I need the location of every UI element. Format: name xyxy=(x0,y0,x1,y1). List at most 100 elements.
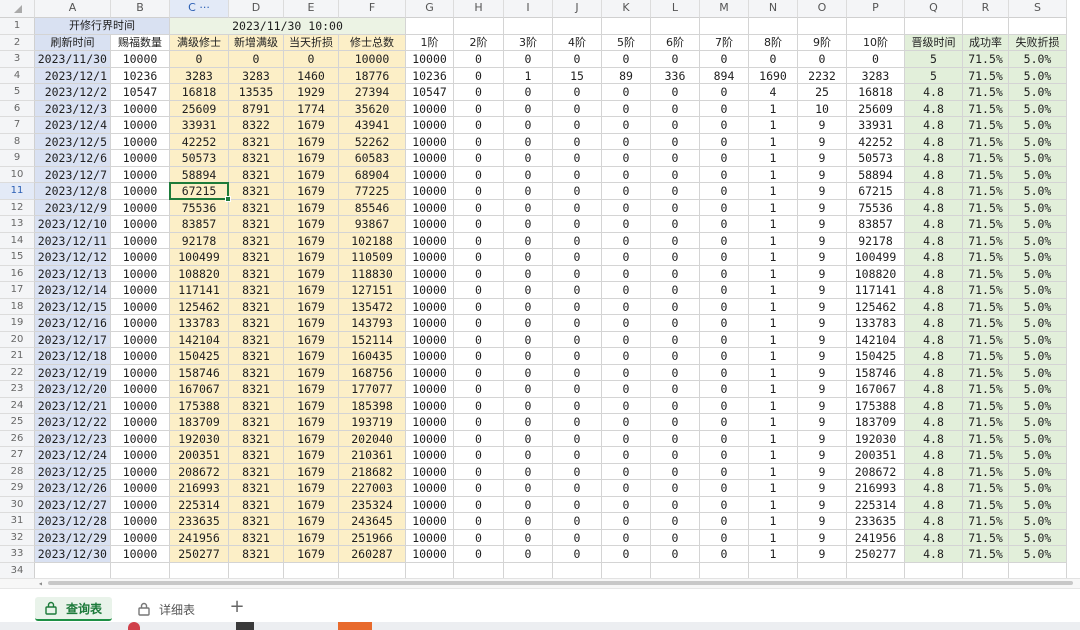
header-cell[interactable]: 5阶 xyxy=(602,34,651,51)
data-cell[interactable]: 0 xyxy=(602,546,651,563)
data-cell[interactable]: 0 xyxy=(553,216,602,233)
data-cell[interactable]: 225314 xyxy=(847,496,905,513)
data-cell[interactable]: 0 xyxy=(553,348,602,365)
data-cell[interactable]: 5.0% xyxy=(1009,183,1067,200)
data-cell[interactable]: 5.0% xyxy=(1009,232,1067,249)
data-cell[interactable]: 1 xyxy=(749,496,798,513)
data-cell[interactable]: 0 xyxy=(504,430,553,447)
data-cell[interactable]: 0 xyxy=(651,282,700,299)
header-cell[interactable]: 4阶 xyxy=(553,34,602,51)
data-cell[interactable]: 9 xyxy=(798,546,847,563)
data-cell[interactable]: 71.5% xyxy=(963,84,1009,101)
data-cell[interactable]: 0 xyxy=(700,364,749,381)
data-cell[interactable]: 158746 xyxy=(170,364,229,381)
data-cell[interactable]: 336 xyxy=(651,67,700,84)
data-cell[interactable]: 167067 xyxy=(170,381,229,398)
data-cell[interactable]: 0 xyxy=(602,513,651,530)
data-cell[interactable]: 150425 xyxy=(847,348,905,365)
data-cell[interactable]: 5.0% xyxy=(1009,67,1067,84)
data-cell[interactable]: 1679 xyxy=(284,397,339,414)
data-cell[interactable]: 0 xyxy=(700,315,749,332)
title-label-cell[interactable]: 开修行界时间 xyxy=(35,18,170,35)
data-cell[interactable]: 1 xyxy=(749,414,798,431)
data-cell[interactable]: 1 xyxy=(749,183,798,200)
data-cell[interactable]: 9 xyxy=(798,463,847,480)
data-cell[interactable]: 241956 xyxy=(847,529,905,546)
data-cell[interactable]: 9 xyxy=(798,414,847,431)
header-cell[interactable]: 2阶 xyxy=(454,34,504,51)
data-cell[interactable]: 4.8 xyxy=(905,430,963,447)
data-cell[interactable]: 0 xyxy=(651,298,700,315)
header-cell[interactable]: 当天折损 xyxy=(284,34,339,51)
data-cell[interactable]: 0 xyxy=(602,430,651,447)
data-cell[interactable]: 5.0% xyxy=(1009,51,1067,68)
data-cell[interactable]: 25609 xyxy=(847,100,905,117)
data-cell[interactable]: 0 xyxy=(454,183,504,200)
data-cell[interactable]: 4.8 xyxy=(905,397,963,414)
data-cell[interactable]: 60583 xyxy=(339,150,406,167)
data-cell[interactable]: 0 xyxy=(454,397,504,414)
empty-cell[interactable] xyxy=(749,18,798,35)
data-cell[interactable]: 0 xyxy=(504,480,553,497)
data-cell[interactable]: 10000 xyxy=(111,315,170,332)
data-cell[interactable]: 4.8 xyxy=(905,133,963,150)
data-cell[interactable]: 0 xyxy=(700,513,749,530)
data-cell[interactable]: 10547 xyxy=(406,84,454,101)
header-cell[interactable]: 满级修士 xyxy=(170,34,229,51)
data-cell[interactable]: 9 xyxy=(798,480,847,497)
row-header[interactable]: 5 xyxy=(0,84,35,101)
data-cell[interactable]: 25609 xyxy=(170,100,229,117)
data-cell[interactable]: 0 xyxy=(553,232,602,249)
data-cell[interactable]: 9 xyxy=(798,282,847,299)
empty-cell[interactable] xyxy=(229,562,284,578)
data-cell[interactable]: 100499 xyxy=(847,249,905,266)
data-cell[interactable]: 0 xyxy=(602,249,651,266)
data-cell[interactable]: 0 xyxy=(553,133,602,150)
header-cell[interactable]: 7阶 xyxy=(700,34,749,51)
data-cell[interactable]: 10000 xyxy=(406,348,454,365)
data-cell[interactable]: 0 xyxy=(170,51,229,68)
data-cell[interactable]: 0 xyxy=(602,331,651,348)
data-cell[interactable]: 0 xyxy=(454,216,504,233)
empty-cell[interactable] xyxy=(1009,18,1067,35)
data-cell[interactable]: 2023/12/1 xyxy=(35,67,111,84)
data-cell[interactable]: 9 xyxy=(798,364,847,381)
data-cell[interactable]: 9 xyxy=(798,232,847,249)
row-header[interactable]: 11 xyxy=(0,183,35,200)
empty-cell[interactable] xyxy=(905,562,963,578)
data-cell[interactable]: 1 xyxy=(749,166,798,183)
data-cell[interactable]: 193719 xyxy=(339,414,406,431)
data-cell[interactable]: 3283 xyxy=(170,67,229,84)
row-header[interactable]: 26 xyxy=(0,430,35,447)
data-cell[interactable]: 175388 xyxy=(847,397,905,414)
data-cell[interactable]: 2023/12/19 xyxy=(35,364,111,381)
data-cell[interactable]: 9 xyxy=(798,216,847,233)
data-cell[interactable]: 8321 xyxy=(229,397,284,414)
data-cell[interactable]: 2023/12/6 xyxy=(35,150,111,167)
data-cell[interactable]: 8321 xyxy=(229,249,284,266)
data-cell[interactable]: 8321 xyxy=(229,331,284,348)
data-cell[interactable]: 0 xyxy=(454,348,504,365)
data-cell[interactable]: 0 xyxy=(553,480,602,497)
empty-cell[interactable] xyxy=(963,562,1009,578)
data-cell[interactable]: 1679 xyxy=(284,381,339,398)
row-header[interactable]: 10 xyxy=(0,166,35,183)
data-cell[interactable]: 8321 xyxy=(229,414,284,431)
empty-cell[interactable] xyxy=(504,18,553,35)
data-cell[interactable]: 0 xyxy=(454,117,504,134)
data-cell[interactable]: 0 xyxy=(602,166,651,183)
data-cell[interactable]: 0 xyxy=(553,364,602,381)
data-cell[interactable]: 160435 xyxy=(339,348,406,365)
data-cell[interactable]: 0 xyxy=(454,166,504,183)
data-cell[interactable]: 0 xyxy=(454,480,504,497)
data-cell[interactable]: 2023/12/2 xyxy=(35,84,111,101)
data-cell[interactable]: 10000 xyxy=(111,513,170,530)
data-cell[interactable]: 10000 xyxy=(111,364,170,381)
data-cell[interactable]: 50573 xyxy=(170,150,229,167)
data-cell[interactable]: 0 xyxy=(454,331,504,348)
data-cell[interactable]: 2023/12/22 xyxy=(35,414,111,431)
empty-cell[interactable] xyxy=(847,18,905,35)
data-cell[interactable]: 100499 xyxy=(170,249,229,266)
data-cell[interactable]: 71.5% xyxy=(963,232,1009,249)
data-cell[interactable]: 42252 xyxy=(170,133,229,150)
